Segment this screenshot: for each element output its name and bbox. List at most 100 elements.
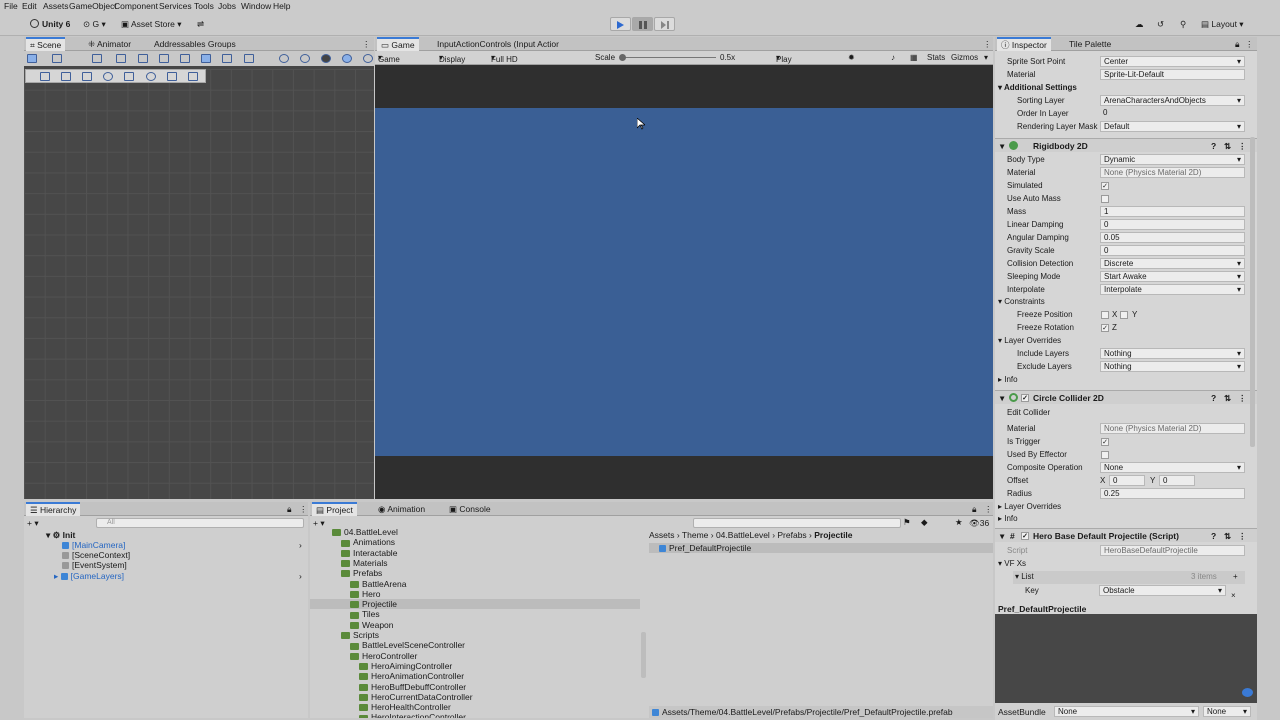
rotate-tool-icon[interactable] — [159, 54, 169, 63]
folder-item[interactable]: HeroHealthController — [359, 702, 640, 712]
preset-icon[interactable]: ⇅ — [1224, 393, 1231, 404]
hand-tool-icon[interactable] — [116, 54, 126, 63]
order-in-layer-field[interactable]: 0 — [1100, 108, 1245, 119]
rigidbody-field[interactable]: 0 — [1100, 219, 1245, 230]
preview-icon[interactable] — [1242, 688, 1253, 697]
help-icon[interactable]: ? — [1211, 141, 1216, 151]
filter-label-icon[interactable]: ◆ — [921, 517, 928, 528]
freeze-z-checkbox[interactable]: ✓ — [1101, 324, 1109, 332]
scene-view[interactable] — [24, 69, 374, 499]
custom-tool-icon[interactable] — [244, 54, 254, 63]
scale-slider-thumb[interactable] — [619, 54, 626, 61]
folder-item[interactable]: Materials — [341, 558, 640, 568]
breadcrumb-item[interactable]: Projectile — [814, 530, 852, 540]
bounds-icon[interactable] — [82, 72, 92, 81]
breadcrumb-item[interactable]: Prefabs — [777, 530, 806, 540]
account-button[interactable]: ⊙ G ▾ — [83, 19, 106, 30]
more-icon[interactable]: ⋮ — [980, 502, 997, 516]
gizmos-dropdown-icon[interactable]: ▾ — [984, 53, 988, 62]
grid-icon[interactable] — [92, 54, 102, 63]
help-icon[interactable]: ? — [1211, 531, 1216, 541]
tab-project[interactable]: ▤ Project — [312, 502, 357, 516]
additional-settings-foldout[interactable]: ▾ Additional Settings — [995, 82, 1247, 95]
layout-icon[interactable] — [61, 72, 71, 81]
tab-animation[interactable]: ◉ Animation — [374, 502, 429, 516]
tab-console[interactable]: ▣ Console — [445, 502, 495, 516]
circle-icon[interactable] — [103, 72, 113, 81]
rigidbody2d-header[interactable]: ▾ Rigidbody 2D ? ⇅ ⋮ — [995, 138, 1257, 152]
mute-icon[interactable]: ♪ — [891, 53, 895, 62]
unity-logo-label[interactable]: Unity 6 — [30, 19, 70, 29]
material-field[interactable]: Sprite-Lit-Default — [1100, 69, 1245, 80]
game-view[interactable] — [375, 65, 993, 499]
folder-item[interactable]: Tiles — [350, 609, 640, 619]
menu-assets[interactable]: Assets — [43, 1, 69, 11]
rigidbody-field[interactable]: Interpolate — [1100, 284, 1245, 295]
used-by-effector-checkbox[interactable] — [1101, 451, 1109, 459]
freeze-x-checkbox[interactable] — [1101, 311, 1109, 319]
version-control-icon[interactable]: ⇌ — [197, 19, 204, 30]
folder-item[interactable]: Prefabs — [341, 568, 640, 578]
folder-item[interactable]: Projectile — [310, 599, 640, 610]
lock-icon[interactable]: 🔒︎ — [968, 502, 981, 516]
tab-hierarchy[interactable]: ☰ Hierarchy — [26, 502, 81, 516]
more-icon[interactable]: ⋮ — [1241, 37, 1258, 51]
pause-button[interactable] — [632, 17, 653, 31]
sorting-layer-dropdown[interactable]: ArenaCharactersAndObjects — [1100, 95, 1245, 106]
folder-item[interactable]: BattleLevelSceneController — [350, 640, 640, 650]
folder-item[interactable]: HeroAimingController — [359, 661, 640, 671]
folder-item[interactable]: HeroController — [350, 651, 640, 661]
gizmos-button[interactable]: Gizmos — [951, 53, 978, 62]
assetbundle-variant-dropdown[interactable]: None — [1203, 706, 1251, 717]
transform-all-icon[interactable] — [222, 54, 232, 63]
chevron-right-icon[interactable]: › — [299, 571, 302, 581]
stats-button[interactable]: Stats — [927, 53, 945, 62]
breadcrumb-item[interactable]: Theme — [682, 530, 708, 540]
tab-game[interactable]: ▭ Game — [377, 37, 419, 51]
folder-item[interactable]: HeroInteractionController — [359, 712, 640, 718]
hierarchy-item[interactable]: [MainCamera] — [62, 540, 125, 550]
menu-services[interactable]: Services — [159, 1, 192, 11]
hierarchy-item[interactable]: ▸ [GameLayers] — [54, 571, 124, 581]
tab-addressables[interactable]: Addressables Groups — [150, 37, 240, 51]
is-trigger-checkbox[interactable]: ✓ — [1101, 438, 1109, 446]
tab-tile-palette[interactable]: Tile Palette — [1065, 37, 1115, 51]
cc-info-foldout[interactable]: ▸ Info — [995, 513, 1247, 526]
freeze-y-checkbox[interactable] — [1120, 311, 1128, 319]
tab-animator[interactable]: ⁜ Animator — [84, 37, 135, 51]
more-icon[interactable]: ⋮ — [979, 37, 996, 51]
preset-icon[interactable]: ⇅ — [1224, 141, 1231, 152]
edit-collider-row[interactable]: Edit Collider — [995, 407, 1247, 420]
step-button[interactable] — [654, 17, 675, 31]
breadcrumb-item[interactable]: Assets — [649, 530, 675, 540]
menu-file[interactable]: File — [4, 1, 18, 11]
bug-icon[interactable]: ✹ — [848, 53, 855, 62]
filter-type-icon[interactable]: ⚑ — [903, 517, 911, 528]
more-icon[interactable]: ⋮ — [358, 37, 375, 51]
history-icon[interactable]: ↺ — [1157, 19, 1164, 30]
rigidbody-field[interactable]: 1 — [1100, 206, 1245, 217]
offset-y-field[interactable]: 0 — [1159, 475, 1195, 486]
resolution-dropdown[interactable]: Full HD (1920x1080) ▾ — [491, 53, 536, 73]
rigidbody-field[interactable]: Discrete — [1100, 258, 1245, 269]
copy-icon[interactable] — [167, 72, 177, 81]
transform-tool-icon[interactable] — [27, 54, 37, 63]
asset-store-button[interactable]: ▣ Asset Store ▾ — [121, 19, 182, 30]
gizmo-icon[interactable] — [279, 54, 289, 63]
folder-item[interactable]: HeroAnimationController — [359, 671, 640, 681]
more-icon[interactable]: ⋮ — [1238, 393, 1247, 404]
play-focused-dropdown[interactable]: Play Focused ▾ — [776, 53, 807, 73]
menu-component[interactable]: Component — [114, 1, 158, 11]
hierarchy-item[interactable]: [EventSystem] — [62, 560, 127, 570]
remove-element-icon[interactable]: × — [1231, 591, 1236, 600]
script-component-header[interactable]: ▾ # ✓ Hero Base Default Projectile (Scri… — [995, 528, 1257, 542]
more-icon[interactable]: ⋮ — [1238, 531, 1247, 542]
hidden-count[interactable]: 👁︎36 — [969, 518, 989, 529]
game-mode-dropdown[interactable]: Game ▾ — [378, 53, 400, 64]
folder-item[interactable]: BattleArena — [350, 579, 640, 589]
folder-item[interactable]: HeroBuffDebuffController — [359, 682, 640, 692]
rigidbody-field[interactable]: 0 — [1100, 245, 1245, 256]
scene-item[interactable]: ▾ ⚙ Init — [46, 530, 75, 540]
menu-jobs[interactable]: Jobs — [218, 1, 236, 11]
exclude-layers-dropdown[interactable]: Nothing — [1100, 361, 1245, 372]
